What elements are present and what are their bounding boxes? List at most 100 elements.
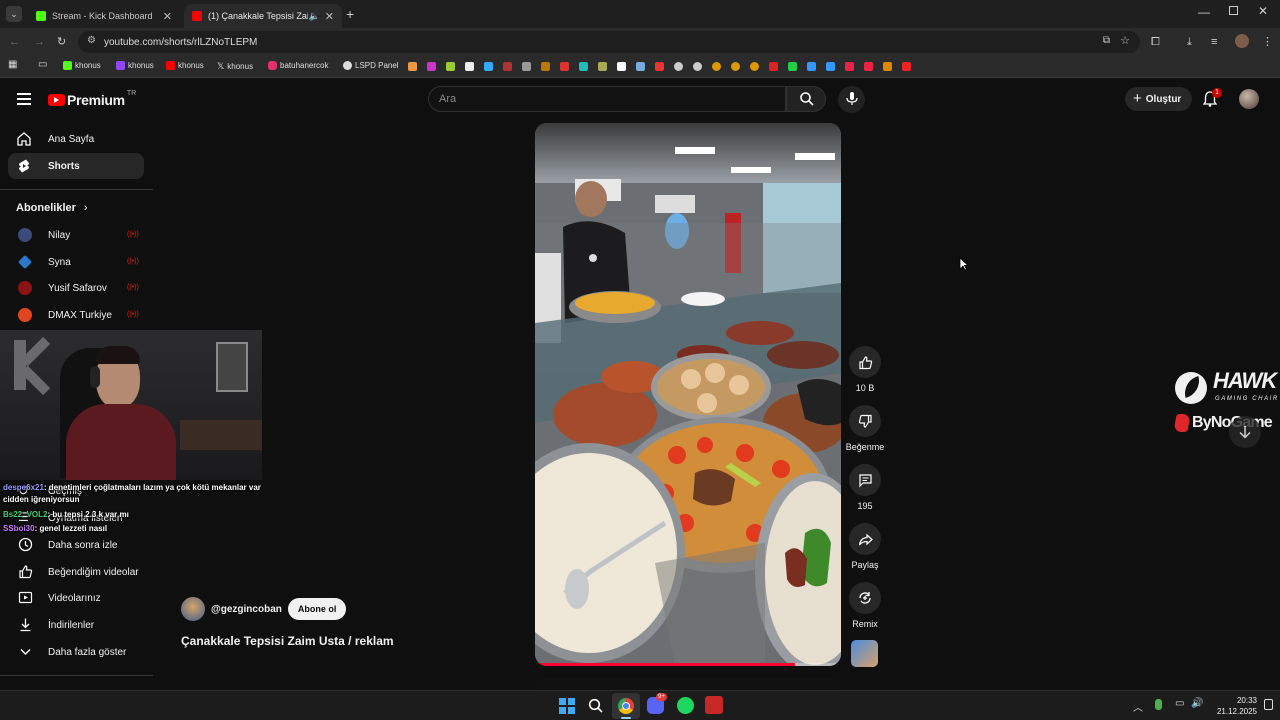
next-short-preview[interactable] [535,678,841,690]
sound-thumbnail[interactable] [851,640,878,667]
bookmark-icon[interactable] [845,62,854,71]
like-button[interactable] [849,346,881,378]
extensions-icon[interactable]: ⧠ [1151,35,1160,49]
media-control-icon[interactable]: ≡ [1211,35,1217,49]
bookmark-icon[interactable] [864,62,873,71]
new-tab-button[interactable]: + [346,6,354,22]
mute-tab-icon[interactable]: 🔈 [309,11,320,22]
browser-menu-icon[interactable]: ⋮ [1262,35,1273,49]
bookmark-icon[interactable] [579,62,588,71]
short-video-player[interactable] [535,123,841,666]
site-info-icon[interactable]: ⚙ [87,35,96,46]
bookmark-icon[interactable] [465,62,474,71]
bookmark-icon[interactable] [902,62,911,71]
volume-icon[interactable]: 🔊 [1191,698,1203,709]
search-button[interactable] [786,86,826,112]
back-icon[interactable]: ← [9,35,20,49]
share-button[interactable] [849,523,881,555]
share-action[interactable]: Paylaş [847,523,883,570]
bookmark-icon[interactable] [693,62,702,71]
bookmark-icon[interactable] [674,62,683,71]
subscriptions-header[interactable]: Abonelikler › [16,202,88,214]
subscription-item[interactable]: DMAX Turkiye ((•)) [8,304,144,326]
bookmark-icon[interactable] [636,62,645,71]
bookmark-icon[interactable] [712,62,721,71]
bookmark-icon[interactable] [598,62,607,71]
channel-name[interactable]: @gezgincoban [211,604,282,615]
bookmark-icon[interactable] [826,62,835,71]
bookmark-icon[interactable] [541,62,550,71]
notifications-button[interactable]: 1 [1202,88,1222,107]
downloads-icon[interactable]: ⤓ [1187,35,1192,49]
dislike-action[interactable]: Beğenme [843,405,887,452]
bookmark-khonus-x[interactable]: 𝕏 khonus [217,61,253,72]
bookmark-icon[interactable] [655,62,664,71]
like-action[interactable]: 10 B [847,346,883,393]
search-input[interactable]: Ara [428,86,786,112]
subscription-item[interactable]: Syna ((•)) [8,251,144,273]
sidebar-item-your-videos[interactable]: Videolarınız [8,587,144,609]
reload-icon[interactable]: ↻ [57,35,66,49]
bookmark-star-icon[interactable]: ☆ [1120,34,1130,47]
next-short-button[interactable] [1229,416,1261,448]
discord-taskbar-icon[interactable]: 9+ [647,693,667,714]
voice-search-button[interactable] [838,86,865,113]
sidebar-item-home[interactable]: Ana Sayfa [8,126,144,152]
bookmark-batuhanercok[interactable]: batuhanercok [268,61,328,70]
tray-chevron-up-icon[interactable]: ︿ [1133,699,1143,714]
notification-center-icon[interactable] [1264,699,1273,710]
bookmark-icon[interactable] [750,62,759,71]
tab-list-button[interactable]: ⌄ [6,6,22,22]
bookmark-icon[interactable] [617,62,626,71]
bookmark-icon[interactable] [503,62,512,71]
clock[interactable]: 20:33 21.12.2025 [1207,695,1257,717]
bookmark-icon[interactable] [427,62,436,71]
address-bar[interactable]: ⚙ youtube.com/shorts/rlLZNoTLEPM ⧉ ☆ [78,31,1140,53]
bookmark-khonus-kick[interactable]: khonus [63,61,101,70]
close-window-button[interactable]: ✕ [1258,4,1268,18]
subscribe-button[interactable]: Abone ol [287,598,347,620]
create-button[interactable]: + Oluştur [1125,87,1192,111]
bookmark-khonus-twitch[interactable]: khonus [116,61,154,70]
bookmark-icon[interactable] [484,62,493,71]
bookmark-icon[interactable] [788,62,797,71]
bookmark-icon[interactable] [731,62,740,71]
close-tab-icon[interactable]: ✕ [325,10,334,23]
chrome-taskbar-icon[interactable] [612,693,640,719]
app-taskbar-icon[interactable] [705,696,723,714]
forward-icon[interactable]: → [34,35,45,49]
close-tab-icon[interactable]: ✕ [163,10,172,23]
comments-action[interactable]: 195 [847,464,883,511]
youtube-logo[interactable]: Premium TR [48,90,136,108]
bookmark-lspd-panel[interactable]: LSPD Panel [343,61,399,70]
search-icon[interactable] [588,698,604,714]
sidebar-item-shorts[interactable]: Shorts [8,153,144,179]
profile-avatar[interactable] [1235,34,1249,48]
remix-button[interactable] [849,582,881,614]
bookmark-icon[interactable] [560,62,569,71]
bookmark-icon[interactable] [769,62,778,71]
folder-icon[interactable]: ▭ [38,59,47,70]
hamburger-menu-icon[interactable] [17,93,31,105]
sidebar-item-watch-later[interactable]: Daha sonra izle [8,534,144,556]
video-progress-track[interactable] [535,663,841,666]
remix-action[interactable]: Remix [847,582,883,629]
spotify-taskbar-icon[interactable] [677,697,694,714]
sidebar-item-downloads[interactable]: İndirilenler [8,614,144,636]
minimize-window-button[interactable]: — [1198,5,1210,19]
sidebar-item-liked-videos[interactable]: Beğendiğim videolar [8,561,144,583]
comments-button[interactable] [849,464,881,496]
start-button[interactable] [559,698,575,714]
sidebar-item-show-more[interactable]: Daha fazla göster [8,641,144,663]
bookmark-icon[interactable] [522,62,531,71]
dislike-button[interactable] [849,405,881,437]
microphone-tray-icon[interactable] [1155,699,1162,710]
network-icon[interactable]: ▭ [1175,698,1184,709]
tab-youtube-short[interactable]: (1) Çanakkale Tepsisi Zaim 🔈 ✕ [184,4,342,28]
apps-icon[interactable]: ▦ [8,59,17,70]
bookmark-icon[interactable] [446,62,455,71]
restore-window-button[interactable] [1229,6,1238,15]
bookmark-khonus-youtube[interactable]: khonus [166,61,204,70]
subscription-item[interactable]: Yusif Safarov ((•)) [8,277,144,299]
bookmark-icon[interactable] [883,62,892,71]
